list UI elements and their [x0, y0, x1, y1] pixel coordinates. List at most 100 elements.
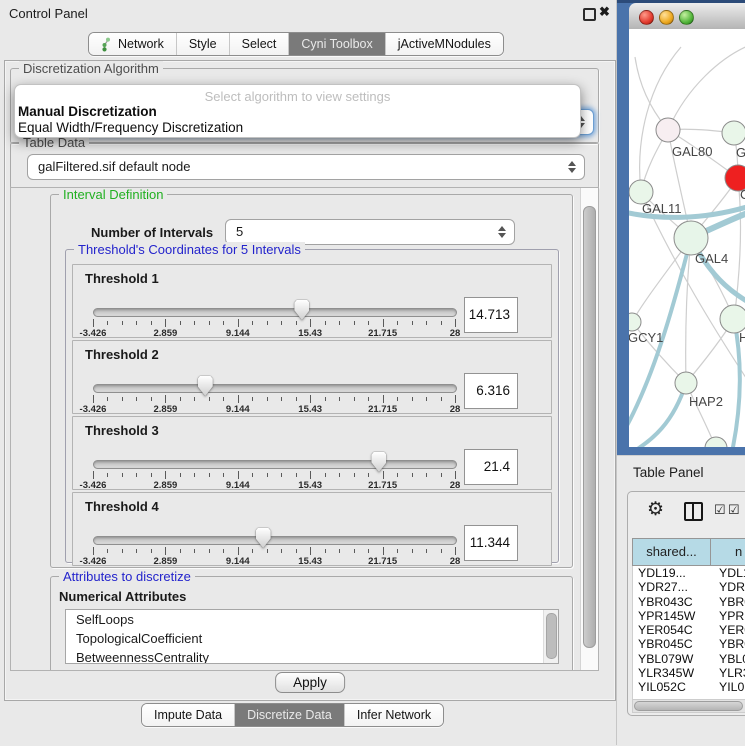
network-edge-highlighted[interactable] [629, 383, 686, 447]
list-scrollbar[interactable] [543, 610, 558, 663]
cell-name: YLR3 [714, 666, 745, 680]
tick-label: 9.144 [226, 480, 250, 491]
threshold-slider-track[interactable] [93, 308, 457, 317]
tab-infer-network[interactable]: Infer Network [345, 704, 443, 726]
algorithm-option-equal-width-frequency-discretization[interactable]: Equal Width/Frequency Discretization [18, 120, 583, 136]
node-label: HAP2 [689, 394, 723, 409]
node-table-frame: ⚙ ☑ ☑ shared...n YDL19...YDL1YDR27...YDR… [627, 491, 745, 716]
network-node-gcy1[interactable] [629, 313, 641, 331]
table-row[interactable]: YDL19...YDL1 [633, 566, 745, 580]
settings-scroll-area: Interval Definition Number of Intervals … [10, 187, 599, 671]
tab-select[interactable]: Select [230, 33, 290, 55]
attribute-item-selfloops[interactable]: SelfLoops [66, 610, 558, 629]
network-node-gal4[interactable] [674, 221, 708, 255]
network-edge[interactable] [668, 45, 745, 130]
tab-label: Impute Data [154, 708, 222, 722]
tab-discretize-data[interactable]: Discretize Data [235, 704, 345, 726]
network-node-g[interactable] [722, 121, 745, 145]
threshold-slider-thumb[interactable] [294, 300, 309, 320]
control-panel-title: Control Panel [9, 6, 88, 21]
group-title: Discretization Algorithm [19, 61, 163, 76]
algorithm-option-manual-discretization[interactable]: Manual Discretization [18, 104, 583, 120]
threshold-slider-track[interactable] [93, 384, 457, 393]
gear-icon[interactable]: ⚙ [647, 498, 664, 521]
list-scrollbar-thumb[interactable] [546, 613, 557, 659]
dropdown-hint: Select algorithm to view settings [15, 89, 580, 104]
attribute-item-betweennesscentrality[interactable]: BetweennessCentrality [66, 648, 558, 664]
table-row[interactable]: YBR043CYBR0 [633, 595, 745, 609]
tab-network[interactable]: Network [89, 33, 177, 55]
table-row[interactable]: YIL052CYIL0 [633, 680, 745, 694]
threshold-slider-thumb[interactable] [371, 452, 386, 472]
network-window-titlebar[interactable] [629, 3, 745, 30]
slider-tick-labels: -3.4262.8599.14415.4321.71528 [93, 404, 455, 416]
numerical-attributes-list[interactable]: SelfLoopsTopologicalCoefficientBetweenne… [65, 609, 559, 664]
table-row[interactable]: YBL079WYBL0 [633, 652, 745, 666]
close-traffic-light-icon[interactable] [639, 10, 654, 25]
slider-tick-labels: -3.4262.8599.14415.4321.71528 [93, 328, 455, 340]
tick-label: 2.859 [154, 328, 178, 339]
network-node-gal80[interactable] [656, 118, 680, 142]
column-header-0[interactable]: shared... [632, 538, 711, 566]
tick-label: -3.426 [80, 556, 107, 567]
threshold-slider-thumb[interactable] [198, 376, 213, 396]
split-columns-icon[interactable] [684, 502, 703, 521]
checkbox-icon[interactable]: ☑ [714, 502, 726, 518]
threshold-value: 14.713 [469, 298, 510, 332]
scrollbar-thumb[interactable] [634, 701, 743, 711]
tab-label: Cyni Toolbox [301, 37, 372, 51]
apply-button[interactable]: Apply [275, 672, 345, 693]
table-row[interactable]: YER054CYER0 [633, 623, 745, 637]
minimize-traffic-light-icon[interactable] [659, 10, 674, 25]
threshold-value: 11.344 [470, 526, 510, 560]
threshold-label: Threshold 4 [85, 499, 159, 514]
attribute-item-topologicalcoefficient[interactable]: TopologicalCoefficient [66, 629, 558, 648]
threshold-slider-track[interactable] [93, 536, 457, 545]
panel-scrollbar[interactable] [580, 188, 598, 670]
tab-jactivemnodules[interactable]: jActiveMNodules [386, 33, 503, 55]
threshold-slider-thumb[interactable] [256, 528, 271, 548]
tab-impute-data[interactable]: Impute Data [142, 704, 235, 726]
threshold-slider-track[interactable] [93, 460, 457, 469]
node-label: H [739, 330, 745, 345]
network-canvas[interactable]: GAL80GCGAL11GAL4HGCY1HAP2 [629, 29, 745, 447]
network-graph: GAL80GCGAL11GAL4HGCY1HAP2 [629, 29, 745, 447]
tab-style[interactable]: Style [177, 33, 230, 55]
cell-shared-name: YBR043C [633, 595, 714, 609]
table-header-row: shared...n [632, 538, 745, 566]
column-header-1[interactable]: n [711, 538, 745, 566]
table-row[interactable]: YDR27...YDR2 [633, 580, 745, 594]
interval-definition-group: Interval Definition Number of Intervals … [50, 194, 573, 568]
combo-arrows-icon [498, 225, 506, 239]
table-data-combobox[interactable]: galFiltered.sif default node [27, 154, 585, 180]
cell-shared-name: YER054C [633, 623, 714, 637]
network-node-h[interactable] [720, 305, 745, 333]
tab-cyni-toolbox[interactable]: Cyni Toolbox [289, 33, 385, 55]
tick-label: 21.715 [368, 404, 397, 415]
float-window-icon[interactable] [583, 8, 596, 21]
table-row[interactable]: YBR045CYBR0 [633, 637, 745, 651]
control-panel-tab-bar: NetworkStyleSelect Cyni Toolbox jActiveMNo… [88, 32, 504, 56]
threshold-value-field[interactable]: 6.316 [464, 373, 518, 409]
cell-shared-name: YDL19... [633, 566, 714, 580]
network-node-hap2[interactable] [675, 372, 697, 394]
tick-label: 28 [450, 328, 461, 339]
threshold-value-field[interactable]: 21.4 [464, 449, 518, 485]
checkbox-icon[interactable]: ☑ [728, 502, 740, 518]
node-label: G [736, 145, 745, 160]
table-row[interactable]: YPR145WYPR1 [633, 609, 745, 623]
network-node[interactable] [705, 437, 727, 447]
zoom-traffic-light-icon[interactable] [679, 10, 694, 25]
table-row[interactable]: YLR345WYLR3 [633, 666, 745, 680]
cell-name: YBL0 [714, 652, 745, 666]
threshold-value-field[interactable]: 14.713 [464, 297, 518, 333]
threshold-panel-1: Threshold 1-3.4262.8599.14415.4321.71528… [72, 264, 552, 338]
panel-scrollbar-thumb[interactable] [583, 206, 596, 648]
node-label: GAL11 [642, 201, 682, 216]
close-icon[interactable]: ✖ [599, 4, 610, 20]
tick-label: 21.715 [368, 556, 397, 567]
threshold-value-field[interactable]: 11.344 [464, 525, 518, 561]
table-data-value: galFiltered.sif default node [38, 155, 190, 179]
tick-label: 15.43 [298, 404, 322, 415]
table-horizontal-scrollbar[interactable] [632, 699, 745, 713]
